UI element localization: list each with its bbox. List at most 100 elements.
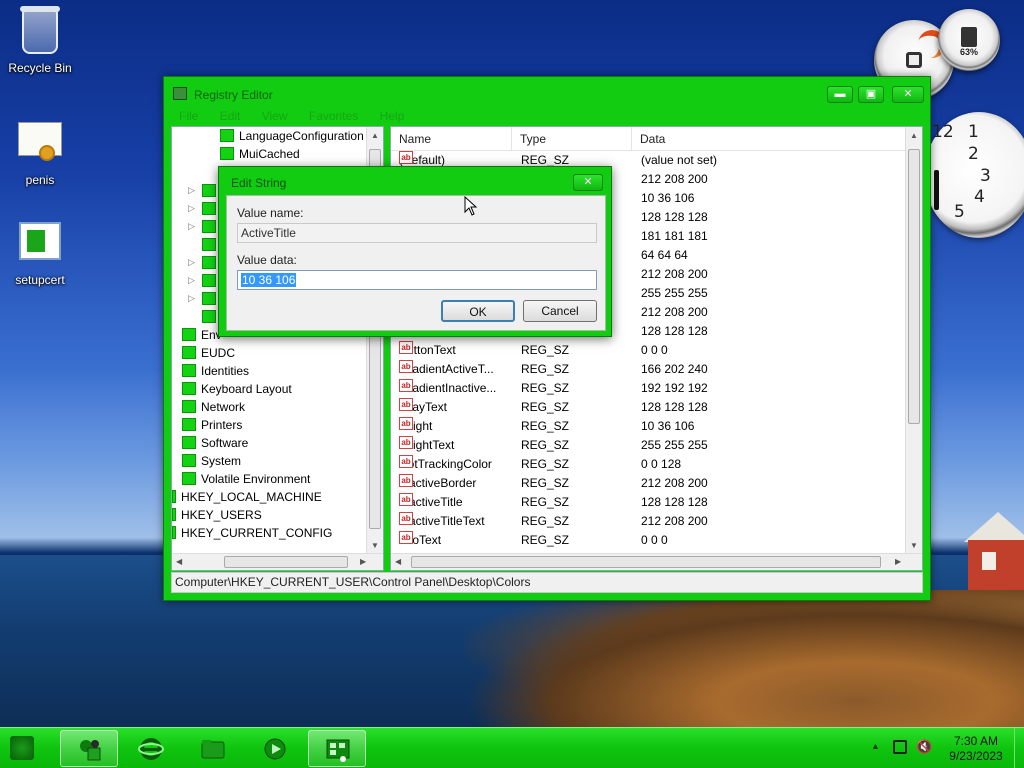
clock-number: 3 — [980, 166, 991, 186]
tree-item-label: System — [201, 454, 242, 468]
expand-arrow-icon[interactable]: ▷ — [188, 185, 195, 196]
tree-item-network[interactable]: Network — [182, 398, 245, 416]
column-header-data[interactable]: Data — [632, 127, 906, 151]
table-row[interactable]: ab InactiveTitleText REG_SZ 212 208 200 — [391, 512, 906, 531]
expand-arrow-icon[interactable]: ▷ — [188, 275, 195, 286]
value-name-text: GradientInactive... — [399, 381, 497, 395]
desktop-icon-recycle-bin[interactable]: Recycle Bin — [0, 6, 80, 75]
menu-file[interactable]: File — [179, 107, 198, 125]
taskbar-item-media-player[interactable] — [246, 730, 304, 767]
tree-item-identities[interactable]: Identities — [182, 362, 249, 380]
clock-time-date[interactable]: 7:30 AM 9/23/2023 — [946, 734, 1006, 764]
window-titlebar[interactable]: Registry Editor ▬ ▣ ✕ — [164, 77, 930, 109]
menu-view[interactable]: View — [262, 107, 288, 125]
scroll-down-arrow-icon[interactable]: ▼ — [371, 541, 379, 550]
action-center-flag-icon[interactable] — [893, 740, 907, 754]
table-row[interactable]: ab InactiveBorder REG_SZ 212 208 200 — [391, 474, 906, 493]
taskbar-item-internet-explorer[interactable] — [122, 730, 180, 767]
table-row[interactable]: ab GradientActiveT... REG_SZ 166 202 240 — [391, 360, 906, 379]
tree-item-printers[interactable]: Printers — [182, 416, 242, 434]
string-value-icon: ab — [399, 455, 413, 468]
table-row[interactable]: ab HilightText REG_SZ 255 255 255 — [391, 436, 906, 455]
tree-item-hklm[interactable]: HKEY_LOCAL_MACHINE — [172, 488, 322, 506]
table-row[interactable]: ab ButtonText REG_SZ 0 0 0 — [391, 341, 906, 360]
tree-item-keyboard-layout[interactable]: Keyboard Layout — [182, 380, 292, 398]
column-header-type[interactable]: Type — [512, 127, 632, 151]
scroll-up-arrow-icon[interactable]: ▲ — [910, 131, 918, 140]
start-button[interactable] — [2, 730, 54, 767]
registry-editor-window[interactable]: Registry Editor ▬ ▣ ✕ File Edit View Fav… — [163, 76, 931, 601]
value-data-cell: 212 208 200 — [641, 514, 708, 528]
expand-arrow-icon[interactable]: ▷ — [188, 221, 195, 232]
recycle-bin-icon — [16, 6, 64, 58]
table-row[interactable]: ab GradientInactive... REG_SZ 192 192 192 — [391, 379, 906, 398]
scroll-right-arrow-icon[interactable]: ▶ — [360, 557, 366, 566]
desktop-wallpaper-cliff — [464, 590, 1024, 730]
list-vertical-scrollbar[interactable]: ▲ ▼ — [905, 127, 922, 555]
tree-item-label: Volatile Environment — [201, 472, 311, 486]
cancel-button[interactable]: Cancel — [523, 300, 597, 322]
close-button[interactable]: ✕ — [892, 86, 924, 103]
registry-app-icon — [173, 87, 187, 100]
show-desktop-button[interactable] — [1014, 728, 1024, 768]
table-row[interactable]: ab InactiveTitle REG_SZ 128 128 128 — [391, 493, 906, 512]
minimize-button[interactable]: ▬ — [827, 86, 853, 103]
tree-item-hkcc[interactable]: HKEY_CURRENT_CONFIG — [172, 524, 332, 542]
tree-item-hku[interactable]: HKEY_USERS — [172, 506, 262, 524]
tree-horizontal-scrollbar[interactable]: ◀ ▶ — [172, 553, 383, 570]
tree-item[interactable]: LanguageConfiguration — [220, 127, 364, 145]
scroll-left-arrow-icon[interactable]: ◀ — [176, 557, 182, 566]
dialog-close-button[interactable]: ✕ — [573, 174, 603, 191]
string-value-icon: ab — [399, 436, 413, 449]
memory-meter-gadget[interactable]: 63% — [938, 9, 1000, 71]
value-type-cell: REG_SZ — [521, 476, 570, 490]
scrollbar-thumb[interactable] — [224, 556, 348, 568]
expand-arrow-icon[interactable]: ▷ — [188, 257, 195, 268]
folder-icon — [182, 418, 196, 431]
tree-item-env[interactable]: Env — [182, 326, 222, 344]
clock-gadget[interactable]: 12 1 2 3 4 5 — [924, 112, 1024, 238]
taskbar-item-file-explorer[interactable] — [184, 730, 242, 767]
list-horizontal-scrollbar[interactable]: ◀ ▶ — [391, 553, 922, 570]
tree-item-software[interactable]: Software — [182, 434, 248, 452]
taskbar-item-control-panel[interactable] — [60, 730, 118, 767]
taskbar-item-registry-editor[interactable] — [308, 730, 366, 767]
scrollbar-thumb[interactable] — [908, 149, 920, 424]
value-data-cell: 212 208 200 — [641, 172, 708, 186]
table-row[interactable]: ab GrayText REG_SZ 128 128 128 — [391, 398, 906, 417]
application-icon — [16, 222, 64, 270]
tree-item-label: Printers — [201, 418, 243, 432]
tree-item-volatile-environment[interactable]: Volatile Environment — [182, 470, 310, 488]
expand-arrow-icon[interactable]: ▷ — [188, 203, 195, 214]
expand-arrow-icon[interactable]: ▷ — [188, 293, 195, 304]
scroll-down-arrow-icon[interactable]: ▼ — [910, 541, 918, 550]
volume-muted-icon[interactable]: 🔇 — [916, 739, 932, 755]
maximize-button[interactable]: ▣ — [858, 86, 884, 103]
desktop-icon-penis[interactable]: penis — [0, 114, 80, 187]
menu-favorites[interactable]: Favorites — [309, 107, 358, 125]
scroll-left-arrow-icon[interactable]: ◀ — [395, 557, 401, 566]
value-type-cell: REG_SZ — [521, 495, 570, 509]
string-value-icon: ab — [399, 360, 413, 373]
menu-help[interactable]: Help — [380, 107, 405, 125]
tree-item[interactable]: MuiCached — [220, 145, 300, 163]
scroll-right-arrow-icon[interactable]: ▶ — [895, 557, 901, 566]
tree-item-eudc[interactable]: EUDC — [182, 344, 235, 362]
value-name-cell: ab ButtonText — [399, 341, 456, 360]
scroll-up-arrow-icon[interactable]: ▲ — [371, 131, 379, 140]
tree-item-system[interactable]: System — [182, 452, 241, 470]
scrollbar-thumb[interactable] — [411, 556, 881, 568]
table-row[interactable]: ab InfoText REG_SZ 0 0 0 — [391, 531, 906, 550]
table-row[interactable]: ab HotTrackingColor REG_SZ 0 0 128 — [391, 455, 906, 474]
value-data-input[interactable]: 10 36 106 — [237, 270, 597, 290]
column-header-name[interactable]: Name — [391, 127, 512, 151]
folder-icon — [202, 292, 216, 305]
menu-edit[interactable]: Edit — [220, 107, 241, 125]
taskbar: ▲ 🔇 7:30 AM 9/23/2023 — [0, 727, 1024, 768]
table-row[interactable]: ab Hilight REG_SZ 10 36 106 — [391, 417, 906, 436]
desktop-icon-setupcert[interactable]: setupcert — [0, 216, 80, 287]
ok-button[interactable]: OK — [441, 300, 515, 322]
show-hidden-icons-arrow-icon[interactable]: ▲ — [871, 741, 880, 751]
value-type-cell: REG_SZ — [521, 419, 570, 433]
edit-string-dialog[interactable]: Edit String ✕ Value name: ActiveTitle Va… — [218, 166, 612, 337]
